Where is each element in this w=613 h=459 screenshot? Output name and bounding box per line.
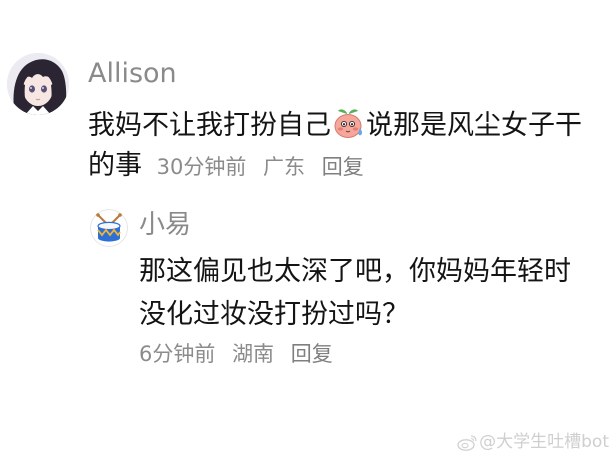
- comment-location: 广东: [263, 155, 306, 179]
- comment-thread: Allison 我妈不让我打扮自己 说那是风尘女子干的事 30分钟前 广东 回复…: [0, 0, 613, 459]
- comment-time: 30分钟前: [156, 155, 247, 179]
- reply-time: 6分钟前: [139, 342, 216, 366]
- watermark-text: @大学生吐槽bot: [479, 432, 609, 452]
- comment-meta: 30分钟前 广东 回复: [157, 155, 374, 179]
- drum-icon: [90, 209, 128, 247]
- weibo-logo-icon: [457, 434, 477, 451]
- comment-text-part1: 我妈不让我打扮自己: [88, 110, 331, 141]
- reply-meta: 6分钟前 湖南 回复: [139, 339, 343, 369]
- reply-reply-button[interactable]: 回复: [291, 342, 333, 366]
- reply-avatar[interactable]: [90, 209, 128, 247]
- comment-text: 我妈不让我打扮自己 说那是风尘女子干的事 30分钟前 广东 回复: [88, 106, 588, 187]
- anime-girl-avatar-icon: [7, 53, 69, 115]
- blushing-peach-emoji-icon: [332, 108, 365, 139]
- reply-location: 湖南: [232, 342, 275, 366]
- watermark: @大学生吐槽bot: [457, 431, 609, 453]
- reply-text: 那这偏见也太深了吧，你妈妈年轻时没化过妆没打扮过吗？: [139, 256, 571, 330]
- avatar[interactable]: [7, 53, 69, 115]
- reply-button[interactable]: 回复: [322, 155, 364, 179]
- reply-author-name[interactable]: 小易: [139, 207, 191, 243]
- comment-author-name[interactable]: Allison: [88, 56, 177, 92]
